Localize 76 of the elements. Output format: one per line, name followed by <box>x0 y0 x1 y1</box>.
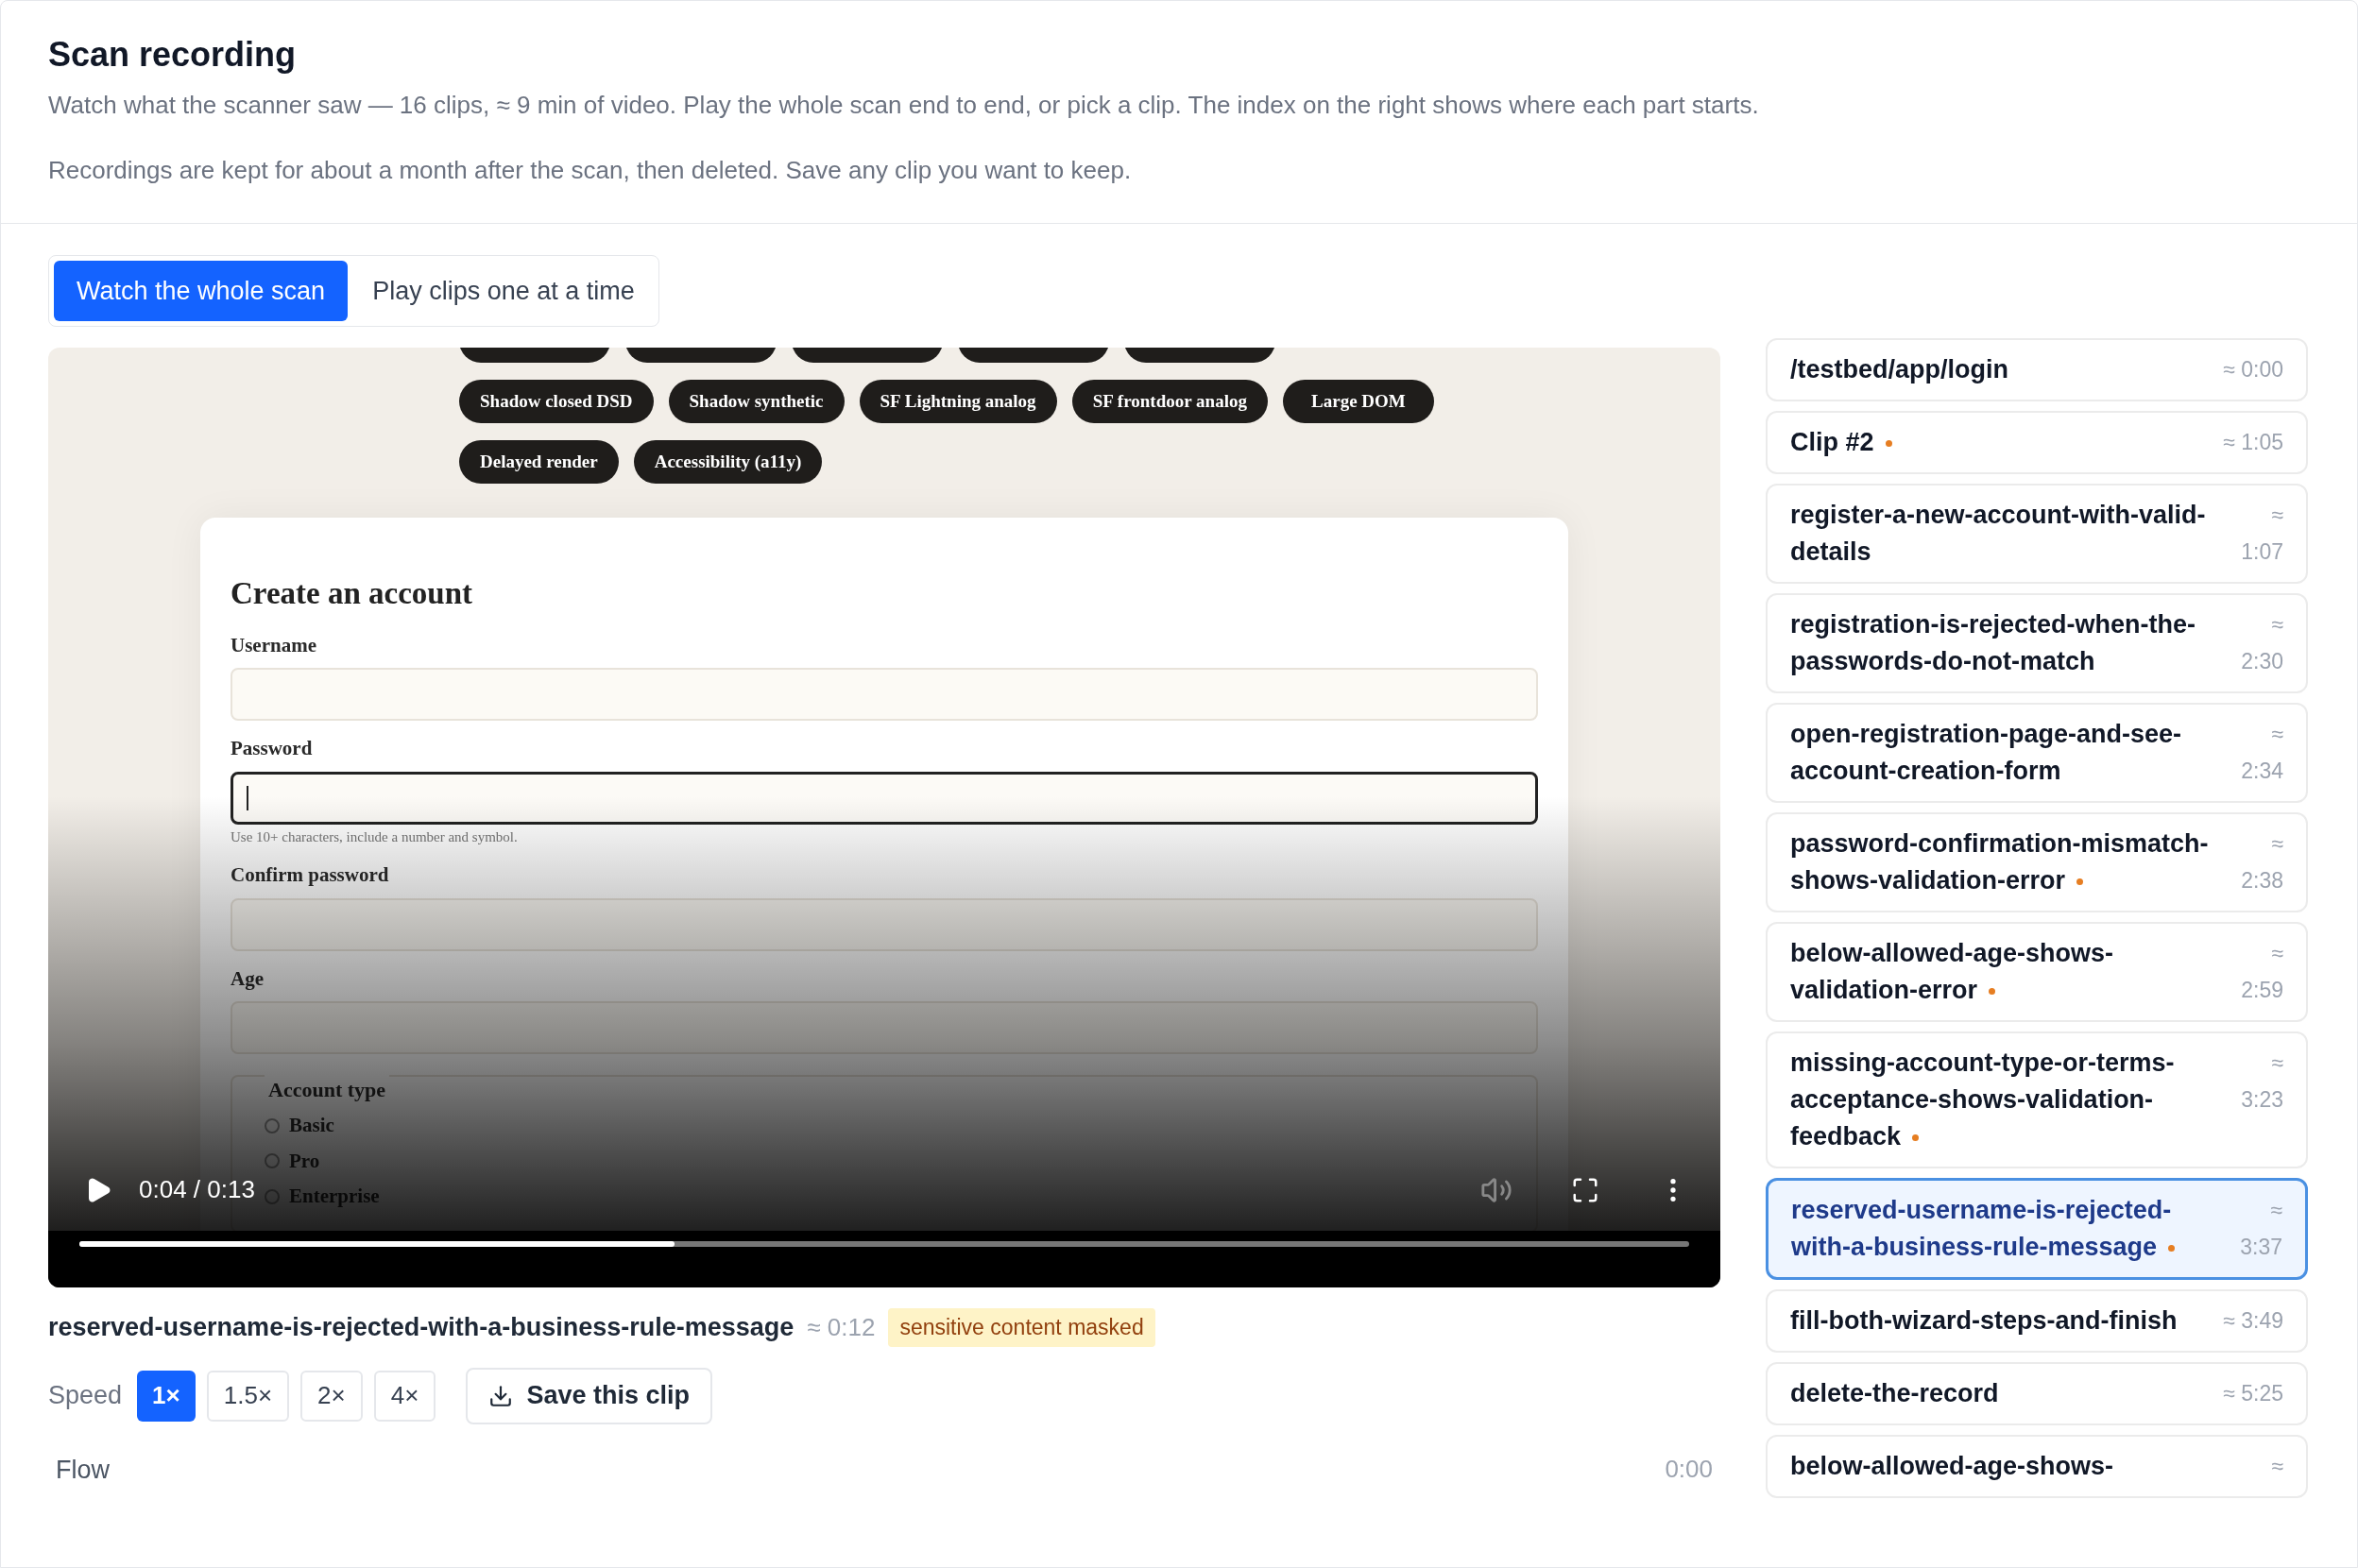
tag-chip: Shadow synthetic <box>668 380 845 423</box>
speed-option[interactable]: 2× <box>300 1370 363 1422</box>
clip-duration: ≈ 0:12 <box>807 1311 876 1343</box>
field-label: Username <box>231 632 317 658</box>
clip-start-time: ≈ 2:34 <box>2241 721 2283 785</box>
clip-start-time: ≈ 1:07 <box>2240 502 2283 566</box>
clip-start-time: ≈ 3:37 <box>2240 1197 2282 1261</box>
index-item[interactable]: password-confirmation-mismatch-shows-validation-error ≈ 2:38 <box>1766 812 2308 912</box>
flow-time: 0:00 <box>1665 1453 1713 1485</box>
clip-title: reserved-username-is-rejected-with-a-business-rule-message <box>48 1312 795 1343</box>
clip-start-time: ≈ 2:38 <box>2241 830 2283 895</box>
index-item[interactable]: /testbed/app/login ≈ 0:00 <box>1766 338 2308 401</box>
clip-name: open-registration-page-and-see-account-creation-form <box>1790 719 2183 787</box>
field-label: Confirm password <box>231 862 390 888</box>
radio-button[interactable] <box>265 1153 280 1169</box>
index-item[interactable]: Clip #2 ≈ 1:05 <box>1766 411 2308 474</box>
clip-name: below-allowed-age-shows-validation-error <box>1790 938 2115 1006</box>
clip-name: missing-account-type-or-terms-acceptance-shows-validation-feedback <box>1790 1048 2176 1152</box>
download-icon <box>488 1383 514 1408</box>
tag-chip: SF frontdoor analog <box>1071 380 1268 423</box>
video-time: 0:04 / 0:13 <box>139 1174 255 1205</box>
tag-chip: Large DOM <box>1282 380 1434 423</box>
field-label: Password <box>231 736 314 761</box>
clip-name: Clip #2 <box>1790 424 1892 461</box>
speed-option[interactable]: 4× <box>373 1370 436 1422</box>
clip-name: delete-the-record <box>1790 1378 1999 1409</box>
tag-chip: Accessibility (a11y) <box>633 440 823 484</box>
tag-chip: Delayed render <box>459 440 619 484</box>
radio-label: Basic <box>289 1113 334 1138</box>
clip-name: fill-both-wizard-steps-and-finish <box>1790 1305 2178 1337</box>
clip-start-time: ≈ 2:59 <box>2240 940 2283 1004</box>
tag-chip: Shadow closed DSD <box>459 380 654 423</box>
index-item[interactable]: open-registration-page-and-see-account-creation-form ≈ 2:34 <box>1766 703 2308 803</box>
flow-label: Flow <box>56 1454 110 1486</box>
index-item[interactable]: below-allowed-age-shows-validation-error ≈ 2:59 <box>1766 922 2308 1022</box>
clip-start-time: ≈ <box>2271 1453 2283 1480</box>
speed-label: Speed <box>48 1380 123 1412</box>
clip-name: reserved-username-is-rejected-with-a-business-rule-message <box>1791 1192 2228 1266</box>
input-field[interactable] <box>231 771 1538 825</box>
index-item[interactable]: missing-account-type-or-terms-acceptance-shows-validation-feedback ≈ 3:23 <box>1766 1031 2308 1168</box>
index-item[interactable]: delete-the-record ≈ 5:25 <box>1766 1362 2308 1425</box>
form-title: Create an account <box>231 575 473 612</box>
index-item[interactable]: registration-is-rejected-when-the-passwords-do-not-match ≈ 2:30 <box>1766 593 2308 693</box>
clip-start-time: ≈ 3:49 <box>2223 1307 2283 1335</box>
clip-start-time: ≈ 5:25 <box>2223 1380 2283 1407</box>
index-item[interactable]: below-allowed-age-shows- ≈ <box>1766 1435 2308 1498</box>
mode-tab[interactable]: Watch the whole scan <box>54 261 349 321</box>
save-clip-button[interactable]: Save this clip <box>466 1367 712 1424</box>
clip-name: password-confirmation-mismatch-shows-validation-error <box>1790 828 2210 896</box>
clip-name: below-allowed-age-shows- <box>1790 1451 2114 1482</box>
tag-chip: SF Lightning analog <box>859 380 1057 423</box>
description: Watch what the scanner saw — 16 clips, ≈ 9 min of video. Play the whole scan end to end, or pick a clip. The index on the right shows where each part starts. <box>48 90 1760 121</box>
clip-start-time: ≈ 0:00 <box>2223 356 2283 383</box>
index-item[interactable]: fill-both-wizard-steps-and-finish ≈ 3:49 <box>1766 1289 2308 1353</box>
mode-tab[interactable]: Play clips one at a time <box>353 261 654 321</box>
page-title: Scan recording <box>48 34 298 76</box>
clip-start-time: ≈ 2:30 <box>2241 611 2283 675</box>
clip-name: /testbed/app/login <box>1790 354 2008 385</box>
clip-start-time: ≈ 1:05 <box>2223 429 2283 456</box>
field-label: Age <box>231 965 265 992</box>
retention-note: Recordings are kept for about a month after the scan, then deleted. Save any clip you want to keep. <box>48 155 1133 186</box>
clip-start-time: ≈ 3:23 <box>2241 1049 2283 1114</box>
index-item[interactable]: reserved-username-is-rejected-with-a-business-rule-message ≈ 3:37 <box>1766 1178 2308 1280</box>
masked-badge: sensitive content masked <box>888 1308 1155 1347</box>
field-hint: Use 10+ characters, include a number and symbol. <box>231 827 519 846</box>
radio-button[interactable] <box>265 1117 280 1133</box>
progress-track[interactable] <box>79 1241 1689 1247</box>
radio-label: Pro <box>289 1148 320 1174</box>
video-player[interactable] <box>48 348 1720 1287</box>
speed-option[interactable]: 1× <box>137 1370 196 1422</box>
speed-option[interactable]: 1.5× <box>206 1370 290 1422</box>
index-item[interactable]: register-a-new-account-with-valid-details ≈ 1:07 <box>1766 484 2308 584</box>
clip-name: registration-is-rejected-when-the-passwords-do-not-match <box>1790 609 2197 677</box>
text-cursor <box>247 785 248 810</box>
clip-name: register-a-new-account-with-valid-details <box>1790 500 2207 568</box>
radio-button[interactable] <box>265 1188 280 1204</box>
